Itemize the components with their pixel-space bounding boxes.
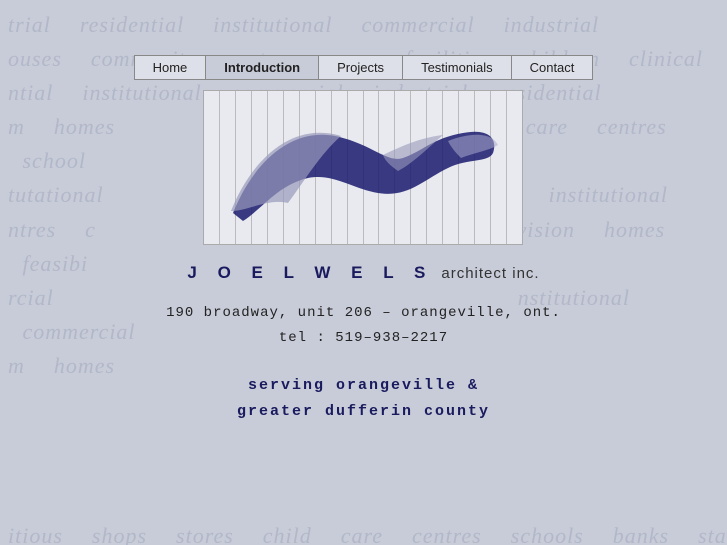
- serving-block: serving orangeville & greater dufferin c…: [237, 373, 490, 424]
- nav-contact[interactable]: Contact: [512, 56, 593, 79]
- nav-introduction[interactable]: Introduction: [206, 56, 319, 79]
- address-block: 190 broadway, unit 206 – orangeville, on…: [166, 301, 561, 351]
- firm-suffix: architect inc.: [441, 265, 539, 282]
- nav-home[interactable]: Home: [135, 56, 207, 79]
- logo-image: [203, 90, 523, 245]
- nav-testimonials[interactable]: Testimonials: [403, 56, 512, 79]
- serving-line1: serving orangeville &: [237, 373, 490, 399]
- address-line1: 190 broadway, unit 206 – orangeville, on…: [166, 301, 561, 326]
- logo-swoosh-svg: [213, 103, 513, 233]
- nav-projects[interactable]: Projects: [319, 56, 403, 79]
- address-line2: tel : 519–938–2217: [166, 326, 561, 351]
- logo-container: J O E L W E L S architect inc. 190 broad…: [166, 90, 561, 424]
- main-content: Home Introduction Projects Testimonials …: [0, 0, 727, 424]
- firm-name-row: J O E L W E L S architect inc.: [187, 255, 539, 283]
- serving-line2: greater dufferin county: [237, 399, 490, 425]
- navigation-bar: Home Introduction Projects Testimonials …: [134, 55, 594, 80]
- firm-name: J O E L W E L S: [187, 263, 433, 283]
